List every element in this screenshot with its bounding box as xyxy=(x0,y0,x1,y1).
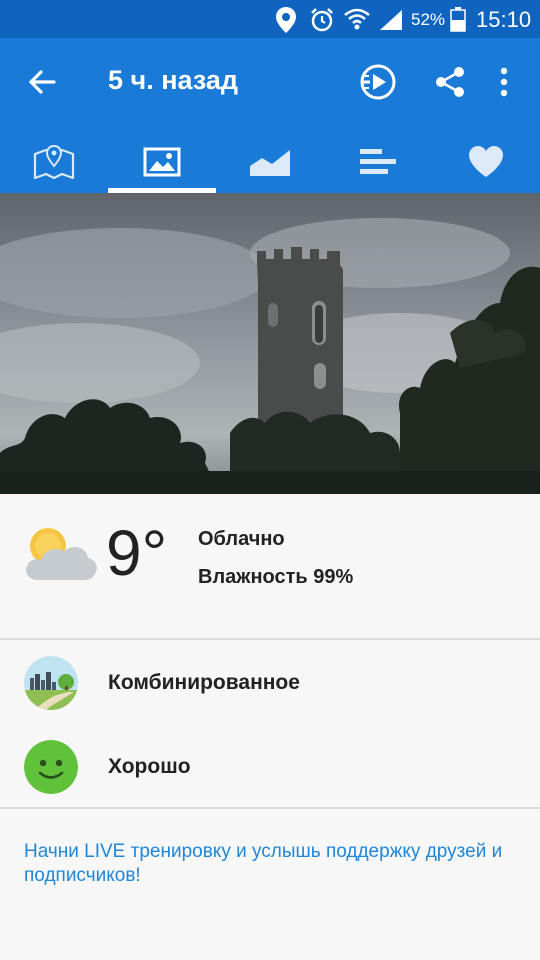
terrain-mixed-icon xyxy=(24,656,78,710)
divider xyxy=(0,807,540,809)
status-bar: 52% 15:10 xyxy=(0,0,540,38)
wifi-icon xyxy=(344,8,370,30)
weather-section: 9° Облачно Влажность 99% xyxy=(0,494,540,639)
map-icon xyxy=(33,144,75,179)
temperature: 9° xyxy=(106,517,168,589)
battery-percent: 52% xyxy=(411,10,446,29)
feeling-row[interactable]: Хорошо xyxy=(0,725,540,809)
live-training-link[interactable]: Начни LIVE тренировку и услышь поддержку… xyxy=(24,840,504,888)
alarm-icon xyxy=(311,8,333,32)
location-icon xyxy=(276,7,296,33)
play-video-button[interactable] xyxy=(356,60,400,104)
terrain-label: Комбинированное xyxy=(108,671,300,694)
divider xyxy=(0,638,540,640)
share-icon xyxy=(436,67,464,97)
battery-icon xyxy=(450,7,466,32)
partly-cloudy-icon xyxy=(26,528,97,580)
photo-icon xyxy=(143,147,181,176)
tab-chart[interactable] xyxy=(216,130,324,193)
more-vert-icon xyxy=(500,67,508,97)
tab-favorites[interactable] xyxy=(432,130,540,193)
smiley-good-icon xyxy=(24,740,78,794)
app-bar: 5 ч. назад xyxy=(0,38,540,193)
clock: 15:10 xyxy=(476,7,532,32)
page-title: 5 ч. назад xyxy=(108,65,239,95)
terrain-row[interactable]: Комбинированное xyxy=(0,641,540,725)
chart-icon xyxy=(249,145,291,176)
tab-list[interactable] xyxy=(324,130,432,193)
heart-icon xyxy=(469,145,503,177)
list-icon xyxy=(360,148,396,174)
activity-photo[interactable] xyxy=(0,193,540,494)
play-video-icon xyxy=(360,64,396,100)
weather-condition: Облачно xyxy=(198,528,285,550)
tab-map[interactable] xyxy=(0,130,108,193)
share-button[interactable] xyxy=(428,60,472,104)
tab-bar xyxy=(0,130,540,193)
more-options-button[interactable] xyxy=(482,60,526,104)
castle-tower-photo xyxy=(0,193,540,494)
back-arrow-icon[interactable] xyxy=(24,64,60,100)
humidity: Влажность 99% xyxy=(198,566,354,588)
feeling-label: Хорошо xyxy=(108,755,191,778)
tab-photo[interactable] xyxy=(108,130,216,193)
signal-icon xyxy=(380,10,402,30)
